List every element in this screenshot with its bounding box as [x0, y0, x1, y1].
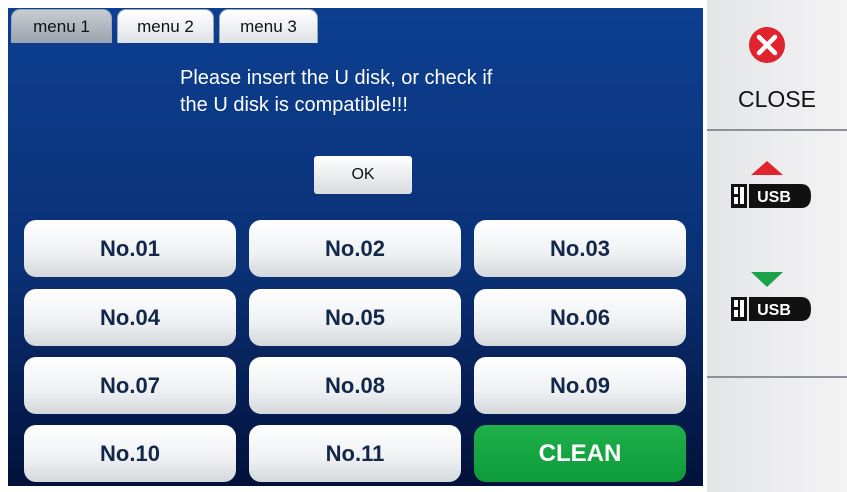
tab-menu-2[interactable]: menu 2	[117, 9, 214, 43]
sidebar-divider	[707, 376, 847, 378]
slot-button-07[interactable]: No.07	[24, 357, 236, 414]
slot-button-06[interactable]: No.06	[474, 289, 686, 346]
slot-button-01[interactable]: No.01	[24, 220, 236, 277]
usb-upload-label: USB	[757, 189, 791, 206]
main-panel: menu 1 menu 2 menu 3 Please insert the U…	[8, 8, 703, 486]
arrow-down-icon	[751, 272, 783, 287]
close-icon	[749, 27, 785, 63]
slot-button-08[interactable]: No.08	[249, 357, 461, 414]
clean-button[interactable]: CLEAN	[474, 425, 686, 482]
slot-button-11[interactable]: No.11	[249, 425, 461, 482]
arrow-up-icon	[751, 161, 783, 175]
usb-upload-button[interactable]: USB	[707, 131, 847, 241]
status-message: Please insert the U disk, or check if th…	[180, 65, 600, 119]
usb-download-label: USB	[757, 302, 791, 319]
slot-button-04[interactable]: No.04	[24, 289, 236, 346]
tab-menu-3[interactable]: menu 3	[219, 9, 318, 43]
slot-button-03[interactable]: No.03	[474, 220, 686, 277]
close-label: CLOSE	[738, 86, 816, 112]
message-line-2: the U disk is compatible!!!	[180, 94, 408, 116]
usb-download-icon: USB	[731, 272, 811, 321]
slot-button-10[interactable]: No.10	[24, 425, 236, 482]
tab-menu-1[interactable]: menu 1	[11, 9, 112, 43]
message-line-1: Please insert the U disk, or check if	[180, 67, 493, 89]
slot-button-02[interactable]: No.02	[249, 220, 461, 277]
usb-download-button[interactable]: USB	[707, 241, 847, 341]
slot-button-05[interactable]: No.05	[249, 289, 461, 346]
usb-upload-icon: USB	[731, 161, 811, 208]
sidebar: CLOSE USB USB	[707, 0, 847, 492]
ok-button[interactable]: OK	[314, 156, 412, 194]
close-button[interactable]: CLOSE	[707, 0, 847, 128]
slot-button-09[interactable]: No.09	[474, 357, 686, 414]
